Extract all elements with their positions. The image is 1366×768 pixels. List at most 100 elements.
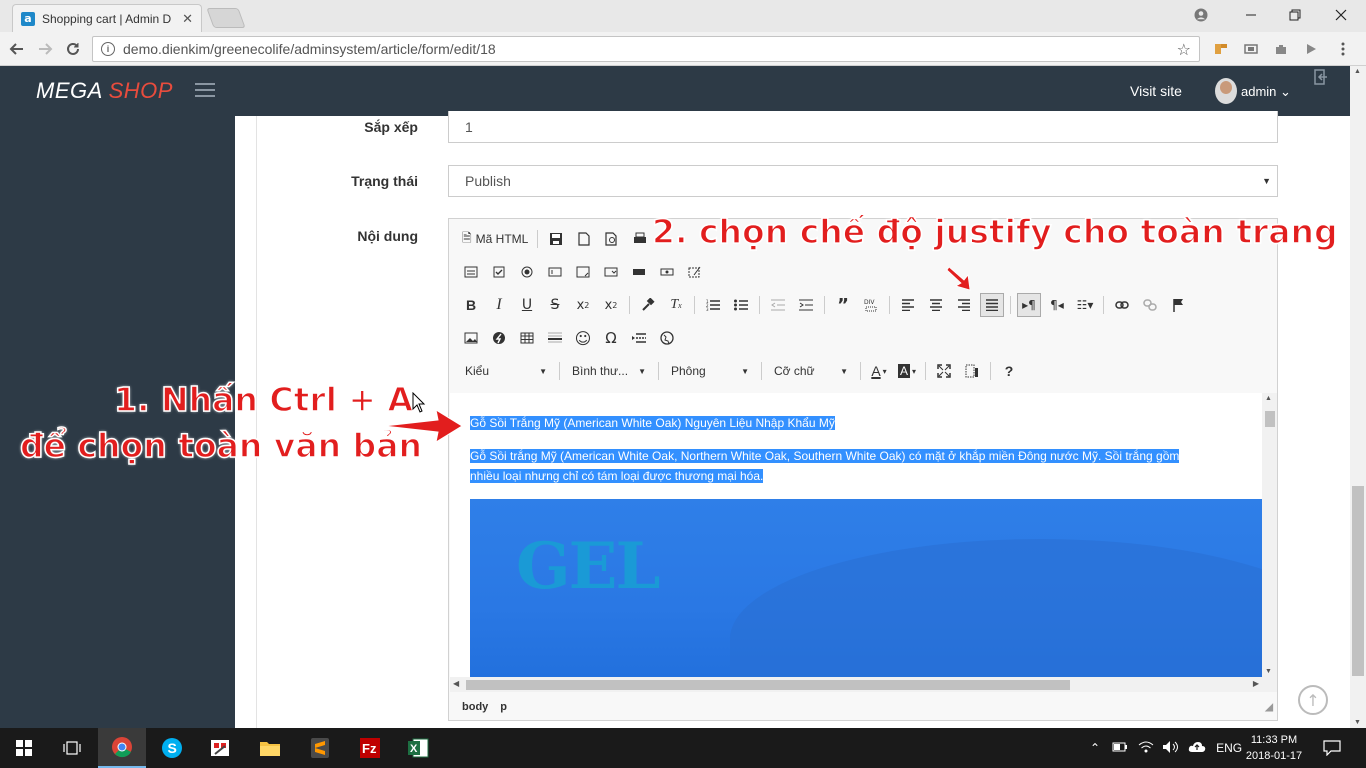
text-direction-rtl-icon[interactable]: ¶◂ — [1045, 293, 1069, 317]
task-view-icon[interactable] — [48, 728, 96, 768]
site-info-icon[interactable]: i — [101, 42, 115, 56]
tray-chevron-up-icon[interactable]: ⌃ — [1090, 741, 1100, 755]
resize-grip-icon[interactable]: ◢ — [1265, 702, 1273, 713]
flash-icon[interactable] — [487, 326, 511, 350]
maximize-icon[interactable] — [932, 359, 956, 383]
font-combo[interactable]: Phông ▼ — [665, 359, 753, 383]
new-tab-button[interactable] — [206, 8, 246, 28]
editor-document[interactable]: Gỗ Sồi Trắng Mỹ (American White Oak) Ngu… — [450, 393, 1262, 677]
format-combo[interactable]: Bình thư... ▼ — [566, 359, 650, 383]
forward-arrow-icon[interactable] — [34, 38, 56, 60]
taskbar-clock[interactable]: 11:33 PM 2018-01-17 — [1240, 732, 1308, 764]
sort-input[interactable]: 1 — [448, 111, 1278, 143]
image-icon[interactable] — [459, 326, 483, 350]
remove-format-icon[interactable]: Tx — [664, 293, 688, 317]
wifi-icon[interactable] — [1138, 740, 1154, 757]
editor-vscroll-thumb[interactable] — [1265, 411, 1275, 427]
bulleted-list-icon[interactable] — [729, 293, 753, 317]
align-justify-icon[interactable] — [980, 293, 1004, 317]
user-menu[interactable]: admin ⌄ — [1241, 84, 1291, 100]
textfield-icon[interactable] — [543, 260, 567, 284]
font-size-combo[interactable]: Cỡ chữ ▼ — [768, 359, 852, 383]
excel-taskbar-icon[interactable]: X — [394, 728, 442, 768]
select-field-icon[interactable] — [599, 260, 623, 284]
volume-icon[interactable] — [1162, 740, 1180, 757]
bg-color-icon[interactable]: A ▾ — [895, 359, 919, 383]
div-container-icon[interactable]: DIV — [859, 293, 883, 317]
form-icon[interactable] — [459, 260, 483, 284]
style-combo[interactable]: Kiểu ▼ — [459, 359, 551, 383]
button-field-icon[interactable] — [627, 260, 651, 284]
scroll-down-arrow-icon[interactable]: ▼ — [1265, 668, 1272, 675]
numbered-list-icon[interactable]: 123 — [701, 293, 725, 317]
chrome-menu-icon[interactable] — [1334, 41, 1352, 57]
brand-logo[interactable]: MEGA SHOP — [36, 78, 173, 104]
notification-center-icon[interactable] — [1310, 728, 1354, 768]
editor-vertical-scrollbar[interactable]: ▲ ▼ — [1262, 393, 1277, 677]
restore-icon[interactable] — [1272, 0, 1318, 30]
avatar[interactable] — [1215, 78, 1237, 104]
anchor-flag-icon[interactable] — [1166, 293, 1190, 317]
logout-icon[interactable] — [1314, 69, 1328, 89]
page-scroll-up-icon[interactable]: ▲ — [1354, 68, 1361, 75]
profile-icon[interactable] — [1178, 0, 1224, 30]
image-button-icon[interactable] — [655, 260, 679, 284]
text-direction-ltr-icon[interactable]: ▸¶ — [1017, 293, 1041, 317]
input-language[interactable]: ENG — [1216, 741, 1242, 755]
preview-icon[interactable] — [600, 227, 624, 251]
indent-icon[interactable] — [794, 293, 818, 317]
address-bar[interactable]: i demo.dienkim/greenecolife/adminsystem/… — [92, 36, 1200, 62]
reload-icon[interactable] — [62, 38, 84, 60]
extension-play-icon[interactable] — [1302, 41, 1320, 57]
source-button[interactable]: 🗎 Mã HTML — [459, 227, 531, 251]
iframe-globe-icon[interactable] — [655, 326, 679, 350]
hidden-field-icon[interactable] — [683, 260, 707, 284]
editor-hscroll-thumb[interactable] — [466, 680, 1070, 690]
page-scrollbar[interactable]: ▲ ▼ — [1350, 66, 1366, 728]
filezilla-taskbar-icon[interactable]: Fz — [346, 728, 394, 768]
textarea-icon[interactable] — [571, 260, 595, 284]
chrome-taskbar-icon[interactable] — [98, 728, 146, 768]
subscript-icon[interactable]: x2 — [571, 293, 595, 317]
outdent-icon[interactable] — [766, 293, 790, 317]
blockquote-icon[interactable]: ” — [831, 293, 855, 317]
horizontal-rule-icon[interactable] — [543, 326, 567, 350]
unlink-icon[interactable] — [1138, 293, 1162, 317]
onedrive-cloud-icon[interactable] — [1188, 741, 1206, 756]
link-icon[interactable] — [1110, 293, 1134, 317]
table-icon[interactable] — [515, 326, 539, 350]
radio-icon[interactable] — [515, 260, 539, 284]
align-center-icon[interactable] — [924, 293, 948, 317]
sublime-text-taskbar-icon[interactable] — [296, 728, 344, 768]
smiley-icon[interactable]: ☺ — [571, 326, 595, 350]
window-close-icon[interactable] — [1318, 0, 1364, 30]
bold-icon[interactable]: B — [459, 293, 483, 317]
extension-cast-icon[interactable] — [1242, 41, 1260, 57]
page-break-icon[interactable] — [627, 326, 651, 350]
battery-icon[interactable] — [1112, 741, 1128, 755]
special-char-icon[interactable]: Ω — [599, 326, 623, 350]
skype-taskbar-icon[interactable]: S — [148, 728, 196, 768]
show-blocks-icon[interactable] — [960, 359, 984, 383]
extension-puzzle-icon[interactable] — [1272, 41, 1290, 57]
visit-site-link[interactable]: Visit site — [1130, 83, 1182, 99]
file-explorer-taskbar-icon[interactable] — [246, 728, 294, 768]
save-icon[interactable] — [544, 227, 568, 251]
language-icon[interactable]: ☷▾ — [1073, 293, 1097, 317]
copy-format-icon[interactable] — [636, 293, 660, 317]
strikethrough-icon[interactable]: S — [543, 293, 567, 317]
bookmark-star-icon[interactable]: ☆ — [1177, 40, 1191, 59]
editor-horizontal-scrollbar[interactable]: ◀ ▶ — [450, 677, 1277, 692]
page-scroll-thumb[interactable] — [1352, 486, 1364, 676]
path-body[interactable]: body — [462, 701, 488, 713]
back-arrow-icon[interactable] — [6, 38, 28, 60]
scroll-right-arrow-icon[interactable]: ▶ — [1253, 679, 1259, 688]
new-page-icon[interactable] — [572, 227, 596, 251]
scroll-left-arrow-icon[interactable]: ◀ — [453, 679, 459, 688]
page-scroll-down-icon[interactable]: ▼ — [1354, 719, 1361, 726]
browser-tab[interactable]: a Shopping cart | Admin D ✕ — [12, 4, 202, 32]
scroll-up-arrow-icon[interactable]: ▲ — [1265, 395, 1272, 402]
tab-close-icon[interactable]: ✕ — [182, 11, 193, 27]
align-left-icon[interactable] — [896, 293, 920, 317]
status-select[interactable]: Publish ▼ — [448, 165, 1278, 197]
